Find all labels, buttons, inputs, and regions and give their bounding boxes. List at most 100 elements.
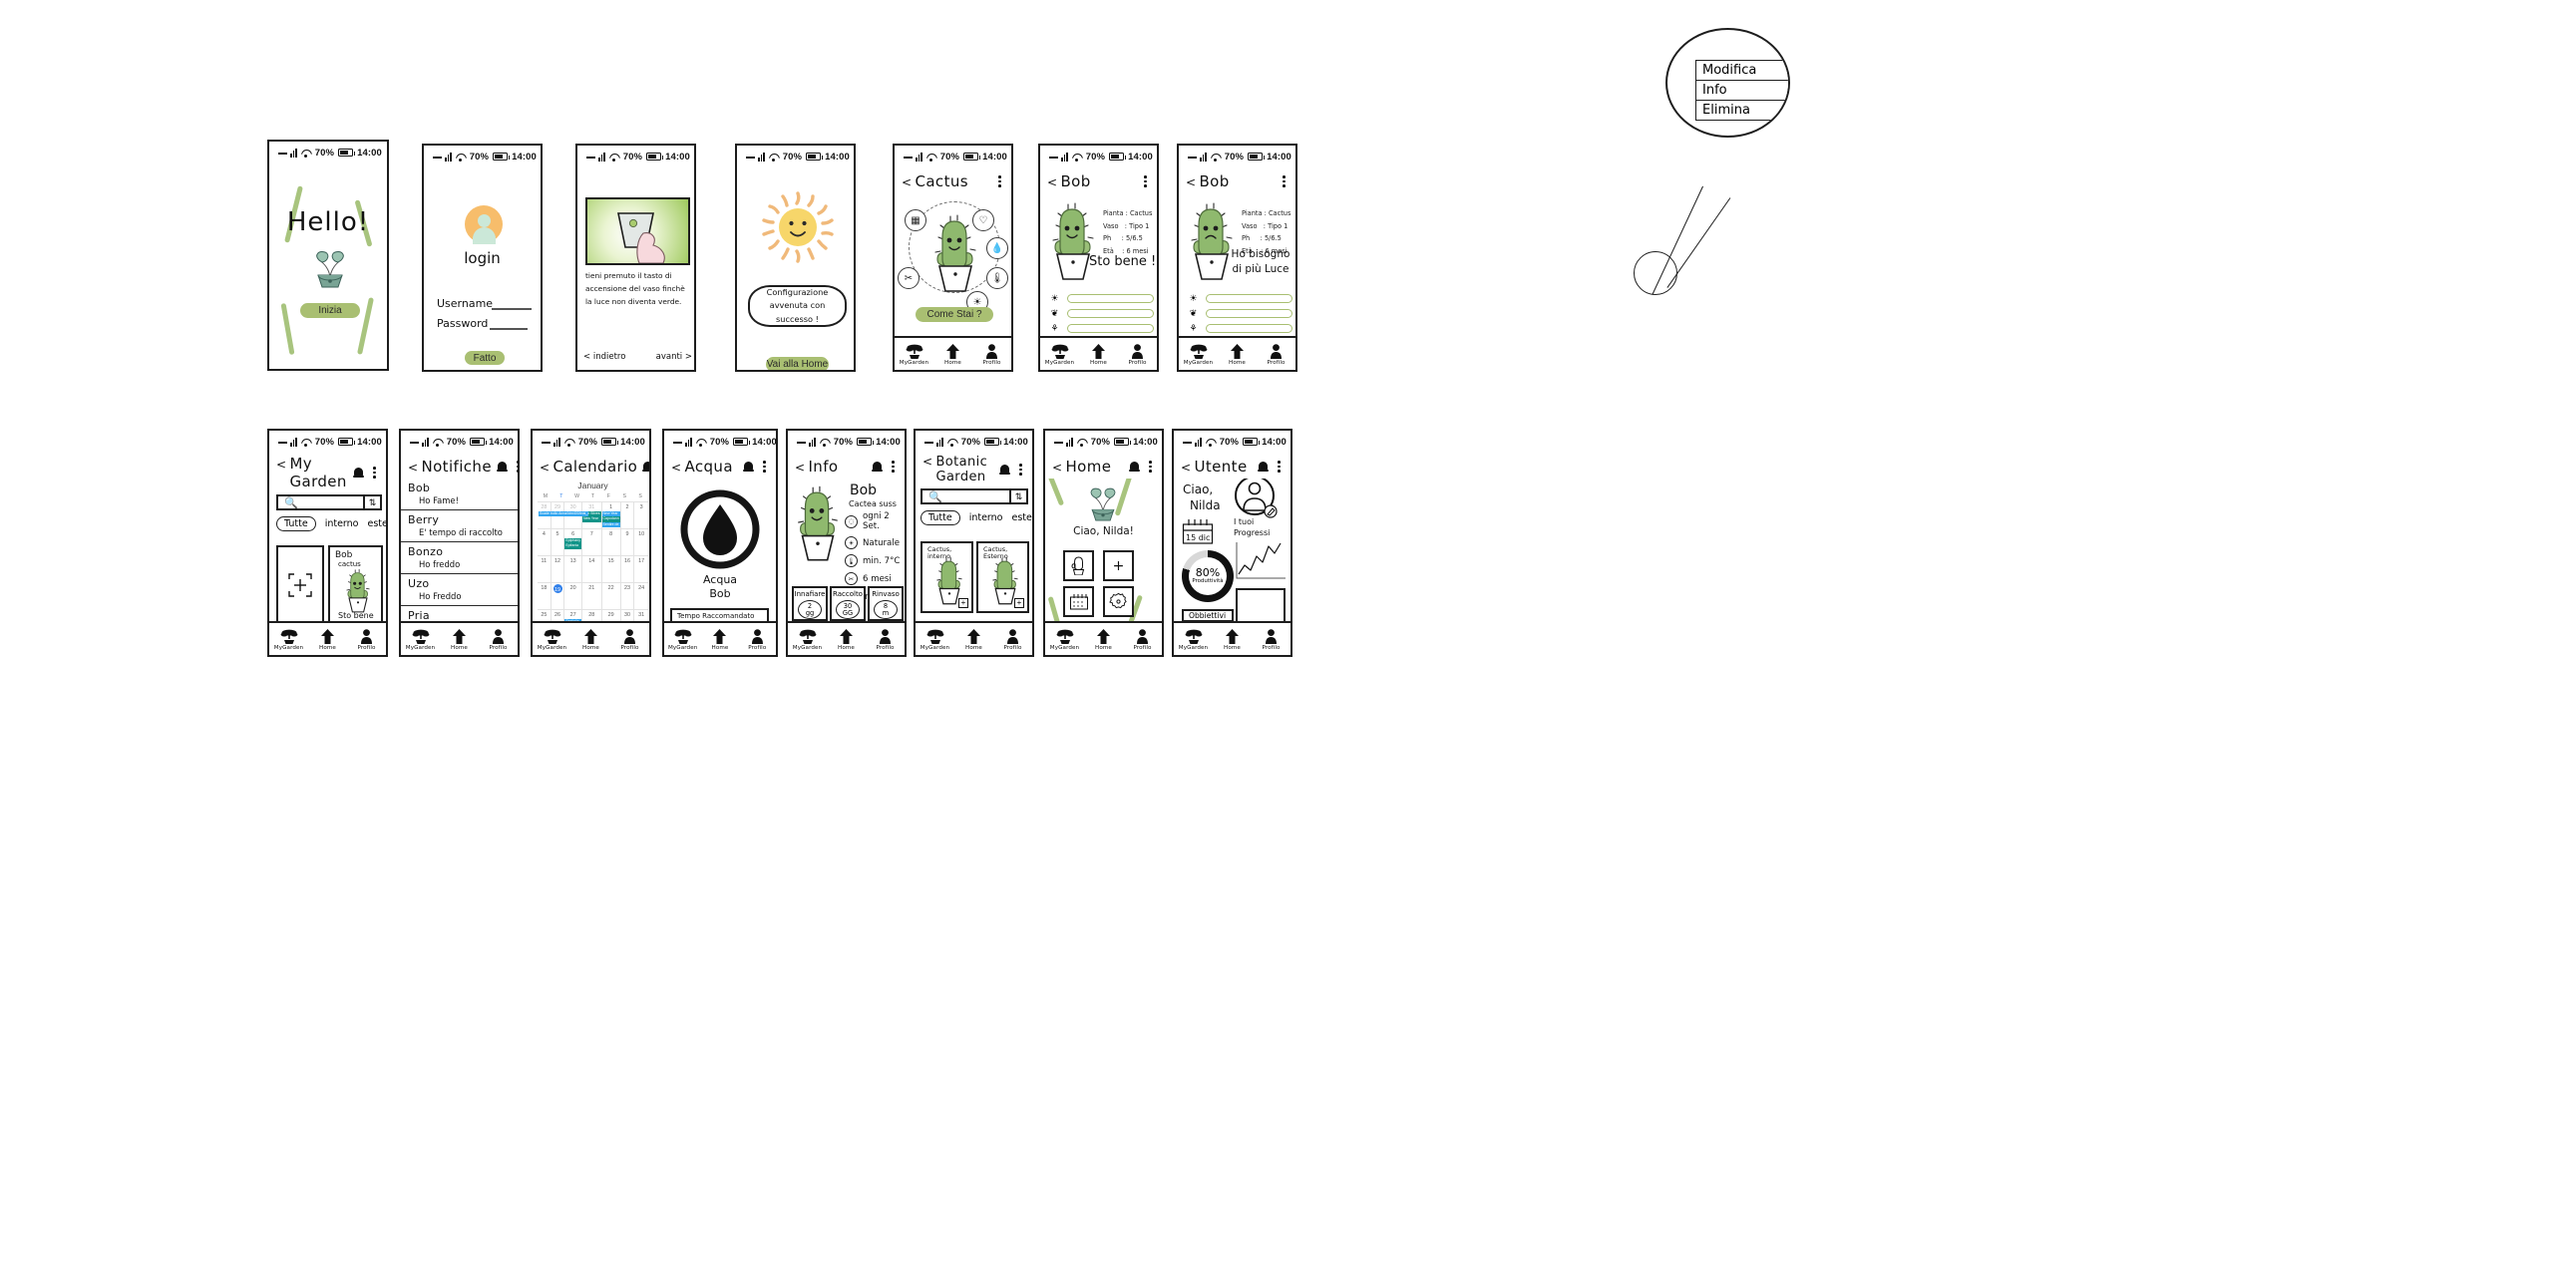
sort-button[interactable]: ⇅: [1009, 490, 1026, 502]
calendar-day-cell[interactable]: 7: [581, 528, 602, 555]
botanic-card[interactable]: Cactus, interno +: [920, 541, 973, 613]
tab-mygarden[interactable]: MyGarden: [1174, 628, 1213, 651]
tab-home[interactable]: Home: [827, 628, 866, 651]
tab-profilo[interactable]: Profilo: [479, 628, 518, 651]
stat-card-innafiare[interactable]: Innafiare 2 gg: [792, 586, 828, 621]
tab-profilo[interactable]: Profilo: [993, 628, 1032, 651]
filter-esterno[interactable]: esterno: [1012, 512, 1033, 523]
tab-mygarden[interactable]: MyGarden: [1040, 343, 1079, 366]
calendar-day-cell[interactable]: 19: [551, 582, 565, 609]
tab-profilo[interactable]: Profilo: [739, 628, 776, 651]
tab-mygarden[interactable]: MyGarden: [1179, 343, 1218, 366]
bell-icon[interactable]: [353, 467, 365, 480]
calendar-day-cell[interactable]: 30: [620, 609, 635, 621]
calendar-day-cell[interactable]: 14: [581, 555, 602, 582]
back-title[interactable]: < Calendario: [540, 458, 637, 476]
tab-home[interactable]: Home: [1213, 628, 1252, 651]
filter-esterno[interactable]: esterno: [368, 518, 387, 529]
tab-mygarden[interactable]: MyGarden: [664, 628, 701, 651]
calendar-day-cell[interactable]: 15: [601, 555, 621, 582]
kebab-menu-button[interactable]: [1147, 459, 1154, 475]
calendar-event-chip[interactable]: New Year: [601, 510, 620, 516]
kebab-menu-button[interactable]: [1276, 459, 1283, 475]
calendar-day-cell[interactable]: 25: [538, 609, 552, 621]
go-home-button[interactable]: Vai alla Home: [766, 357, 829, 370]
list-item[interactable]: Pria Addio...: [401, 606, 518, 621]
calendar-day-cell[interactable]: 10: [634, 528, 648, 555]
calendar-day-cell[interactable]: 27 Pastiglia: [564, 609, 582, 621]
tab-mygarden[interactable]: MyGarden: [895, 343, 933, 366]
tab-home[interactable]: Home: [571, 628, 610, 651]
calendar-event-chip[interactable]: Pastiglia: [564, 618, 581, 621]
back-title[interactable]: < Cactus: [902, 172, 968, 190]
edit-avatar-icon[interactable]: [1264, 504, 1278, 518]
filter-interno[interactable]: interno: [969, 512, 1003, 523]
tab-home[interactable]: Home: [1079, 343, 1118, 366]
water-drop-icon[interactable]: 💧: [986, 237, 1008, 259]
stat-card-rinvaso[interactable]: Rinvaso 8m: [868, 586, 904, 621]
calendar-day-cell[interactable]: 5: [551, 528, 565, 555]
tab-home[interactable]: Home: [440, 628, 479, 651]
tab-mygarden[interactable]: MyGarden: [401, 628, 440, 651]
calendar-day-cell[interactable]: 8: [601, 528, 621, 555]
calendar-day-cell[interactable]: 18: [538, 582, 552, 609]
bell-icon[interactable]: [496, 461, 508, 474]
calendar-day-cell[interactable]: 31: [634, 609, 648, 621]
scissors-icon[interactable]: ✂: [898, 267, 920, 289]
tab-profilo[interactable]: Profilo: [610, 628, 649, 651]
tab-mygarden[interactable]: MyGarden: [533, 628, 571, 651]
filter-interno[interactable]: interno: [325, 518, 359, 529]
menu-item-modifica[interactable]: Modifica: [1696, 61, 1788, 81]
tab-mygarden[interactable]: MyGarden: [269, 628, 308, 651]
filter-tutte[interactable]: Tutte: [920, 510, 960, 525]
tab-profilo[interactable]: Profilo: [1252, 628, 1290, 651]
search-input[interactable]: 🔍 ⇅: [276, 494, 382, 510]
add-plant-card[interactable]: [276, 545, 324, 621]
calendar-event-chip[interactable]: Scade bollo Anna/ktm400/trial_daniele/mo…: [539, 510, 589, 516]
tab-home[interactable]: Home: [701, 628, 738, 651]
calendar-icon[interactable]: ▦: [905, 209, 926, 231]
tab-profilo[interactable]: Profilo: [1123, 628, 1162, 651]
bell-icon[interactable]: [642, 461, 649, 474]
list-item[interactable]: Uzo Ho Freddo: [401, 574, 518, 606]
calendar-day-cell[interactable]: 29: [601, 609, 621, 621]
calendar-day-cell[interactable]: 9: [620, 528, 635, 555]
back-title[interactable]: < Info: [795, 458, 838, 476]
tab-mygarden[interactable]: MyGarden: [1045, 628, 1084, 651]
add-button[interactable]: +: [958, 598, 968, 608]
username-input[interactable]: [492, 308, 532, 310]
list-item[interactable]: Bob Ho Fame!: [401, 479, 518, 510]
calendar-event-chip[interactable]: Capodann: [601, 516, 620, 522]
tab-profilo[interactable]: Profilo: [347, 628, 386, 651]
how-are-you-button[interactable]: Come Stai ?: [916, 307, 993, 322]
plant-card[interactable]: Bob cactus Sto bene: [328, 545, 383, 621]
sort-button[interactable]: ⇅: [363, 496, 380, 508]
calendar-day-cell[interactable]: 4: [538, 528, 552, 555]
next-button[interactable]: avanti >: [656, 352, 692, 362]
calendar-day-cell[interactable]: 21: [581, 582, 602, 609]
calendar-day-cell[interactable]: 26: [551, 609, 565, 621]
tile-add[interactable]: +: [1103, 550, 1134, 581]
goals-button[interactable]: Obbiettivi: [1182, 609, 1234, 621]
bell-icon[interactable]: [1258, 461, 1270, 474]
back-title[interactable]: < Bob: [1186, 172, 1230, 190]
calendar-event-chip[interactable]: New Year: [581, 516, 601, 522]
filter-tutte[interactable]: Tutte: [276, 516, 316, 531]
tab-mygarden[interactable]: MyGarden: [788, 628, 827, 651]
tab-home[interactable]: Home: [1084, 628, 1123, 651]
kebab-menu-button[interactable]: [761, 459, 768, 475]
menu-item-info[interactable]: Info: [1696, 81, 1788, 101]
back-title[interactable]: < Bob: [1047, 172, 1091, 190]
kebab-menu-button[interactable]: [515, 459, 518, 475]
kebab-menu-button[interactable]: [371, 465, 378, 481]
tab-profilo[interactable]: Profilo: [1257, 343, 1295, 366]
list-item[interactable]: Bonzo Ho freddo: [401, 542, 518, 574]
calendar-day-cell[interactable]: 13: [564, 555, 582, 582]
calendar-event-chip[interactable]: Epiphany: [564, 537, 581, 543]
kebab-menu-button[interactable]: [1017, 462, 1024, 478]
calendar-event-chip[interactable]: Sentire de: [601, 522, 620, 528]
tab-home[interactable]: Home: [308, 628, 347, 651]
thermometer-icon[interactable]: 🌡: [986, 267, 1008, 289]
tile-calendar[interactable]: [1063, 586, 1094, 617]
calendar-day-cell[interactable]: 22: [601, 582, 621, 609]
